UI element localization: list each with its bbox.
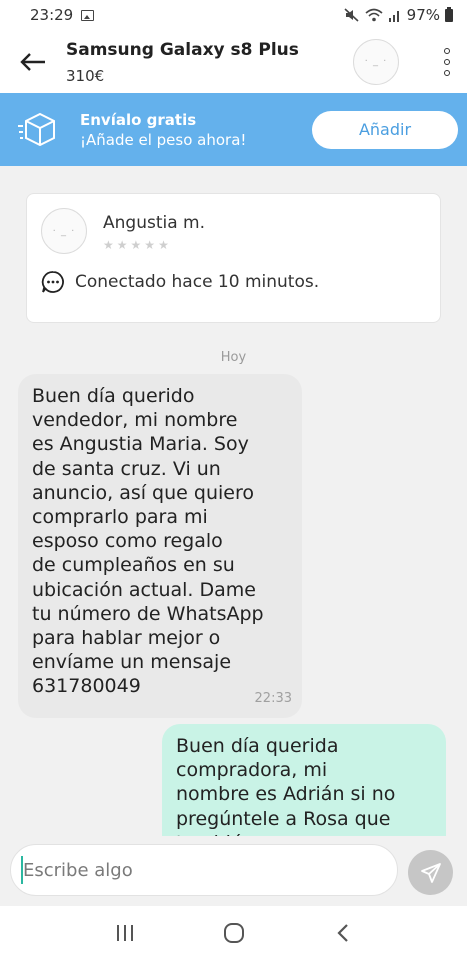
seller-rating: ★ ★ ★ ★ ★ <box>103 238 169 252</box>
recent-apps-icon <box>116 925 133 941</box>
shipping-subtitle: ¡Añade el peso ahora! <box>80 130 247 149</box>
message-outgoing[interactable]: Buen día querida compradora, mi nombre e… <box>162 724 446 854</box>
message-input-placeholder: Escribe algo <box>23 859 133 881</box>
back-icon <box>336 924 348 942</box>
home-button[interactable] <box>214 913 254 953</box>
product-avatar[interactable]: · _ · <box>353 38 399 85</box>
recent-apps-button[interactable] <box>105 913 145 953</box>
battery-percent: 97% <box>406 6 440 24</box>
shipping-text: Envíalo gratis ¡Añade el peso ahora! <box>80 110 312 150</box>
arrow-left-icon <box>20 52 45 71</box>
more-options-button[interactable] <box>427 30 467 93</box>
back-nav-button[interactable] <box>323 913 363 953</box>
connection-status: Conectado hace 10 minutos. <box>41 270 319 294</box>
product-info[interactable]: Samsung Galaxy s8 Plus 310€ <box>66 39 353 85</box>
message-text: Buen día querido vendedor, mi nombre es … <box>32 385 264 698</box>
message-incoming[interactable]: Buen día querido vendedor, mi nombre es … <box>18 374 302 718</box>
send-icon <box>420 862 441 883</box>
chat-bubble-icon <box>41 271 64 293</box>
add-weight-button[interactable]: Añadir <box>312 110 458 149</box>
seller-name: Angustia m. <box>103 213 205 233</box>
package-box-icon <box>0 110 80 150</box>
send-button[interactable] <box>408 850 453 895</box>
home-icon <box>223 923 244 943</box>
more-dot <box>444 58 450 65</box>
signal-icon <box>388 10 399 22</box>
more-dot <box>444 47 450 54</box>
gallery-icon <box>81 9 95 21</box>
star-icon: ★ <box>158 238 169 252</box>
chat-header: Samsung Galaxy s8 Plus 310€ · _ · <box>0 30 467 93</box>
star-icon: ★ <box>144 238 156 252</box>
status-bar: 23:29 97% <box>0 0 467 30</box>
status-time: 23:29 <box>30 6 74 24</box>
seller-avatar[interactable]: · _ · <box>41 208 87 254</box>
message-input[interactable]: Escribe algo <box>10 844 398 896</box>
seller-card[interactable]: · _ · Angustia m. ★ ★ ★ ★ ★ Conectado ha… <box>26 193 441 323</box>
mute-icon <box>344 8 359 22</box>
composer-bar: Escribe algo <box>0 836 467 906</box>
product-price: 310€ <box>66 66 105 85</box>
shipping-title: Envíalo gratis <box>80 110 197 129</box>
star-icon: ★ <box>116 238 128 252</box>
wifi-icon <box>365 8 383 22</box>
connection-text: Conectado hace 10 minutos. <box>75 272 320 292</box>
star-icon: ★ <box>103 238 114 252</box>
status-icons: 97% <box>344 6 453 24</box>
system-nav-bar <box>0 906 467 960</box>
day-separator: Hoy <box>220 350 247 365</box>
back-button[interactable] <box>0 30 66 93</box>
message-time: 22:33 <box>254 691 292 706</box>
product-title: Samsung Galaxy s8 Plus <box>66 39 299 60</box>
star-icon: ★ <box>130 238 142 252</box>
shipping-banner: Envíalo gratis ¡Añade el peso ahora! Aña… <box>0 93 467 166</box>
battery-icon <box>445 6 453 22</box>
more-dot <box>444 69 450 76</box>
